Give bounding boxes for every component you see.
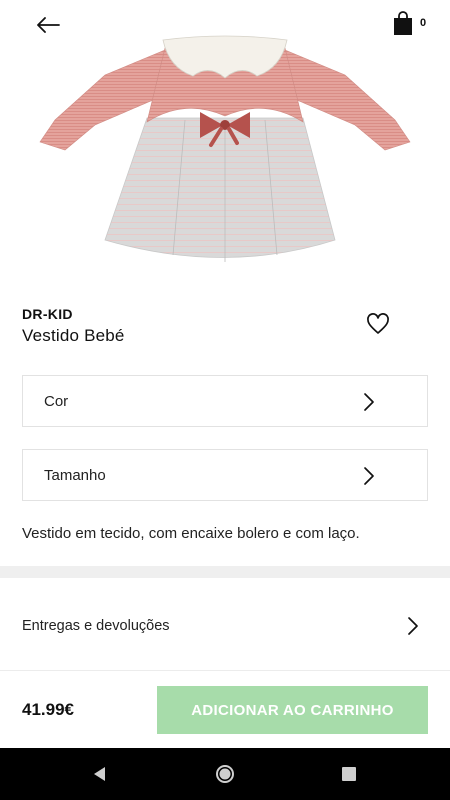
arrow-left-icon <box>37 17 60 33</box>
heart-outline-icon <box>367 313 389 334</box>
size-selector-label: Tamanho <box>44 466 106 484</box>
triangle-back-icon[interactable] <box>92 766 108 782</box>
chevron-right-icon <box>364 393 374 411</box>
section-divider <box>0 566 450 578</box>
size-selector[interactable]: Tamanho <box>22 449 428 501</box>
shopping-bag-icon <box>394 11 412 35</box>
cart-button[interactable] <box>392 10 416 38</box>
back-button[interactable] <box>34 12 62 38</box>
product-image <box>35 30 415 275</box>
add-to-cart-button[interactable]: ADICIONAR AO CARRINHO <box>157 686 428 734</box>
delivery-returns-label: Entregas e devoluções <box>22 618 170 634</box>
purchase-bar: 41.99€ ADICIONAR AO CARRINHO <box>0 670 450 748</box>
product-price: 41.99€ <box>22 700 74 719</box>
top-bar: 0 <box>0 0 450 50</box>
color-selector-label: Cor <box>44 392 69 410</box>
square-recents-icon[interactable] <box>342 767 356 781</box>
product-brand: DR-KID <box>22 306 73 322</box>
cart-count-badge: 0 <box>420 17 427 29</box>
product-name: Vestido Bebé <box>22 326 125 345</box>
chevron-right-icon <box>364 467 374 485</box>
color-selector[interactable]: Cor <box>22 375 428 427</box>
product-description: Vestido em tecido, com encaixe bolero e … <box>22 525 360 542</box>
delivery-returns-row[interactable]: Entregas e devoluções <box>0 598 450 654</box>
system-navigation-bar <box>0 748 450 800</box>
chevron-right-icon <box>408 617 418 635</box>
circle-home-icon[interactable] <box>215 764 235 784</box>
wishlist-button[interactable] <box>366 313 392 337</box>
